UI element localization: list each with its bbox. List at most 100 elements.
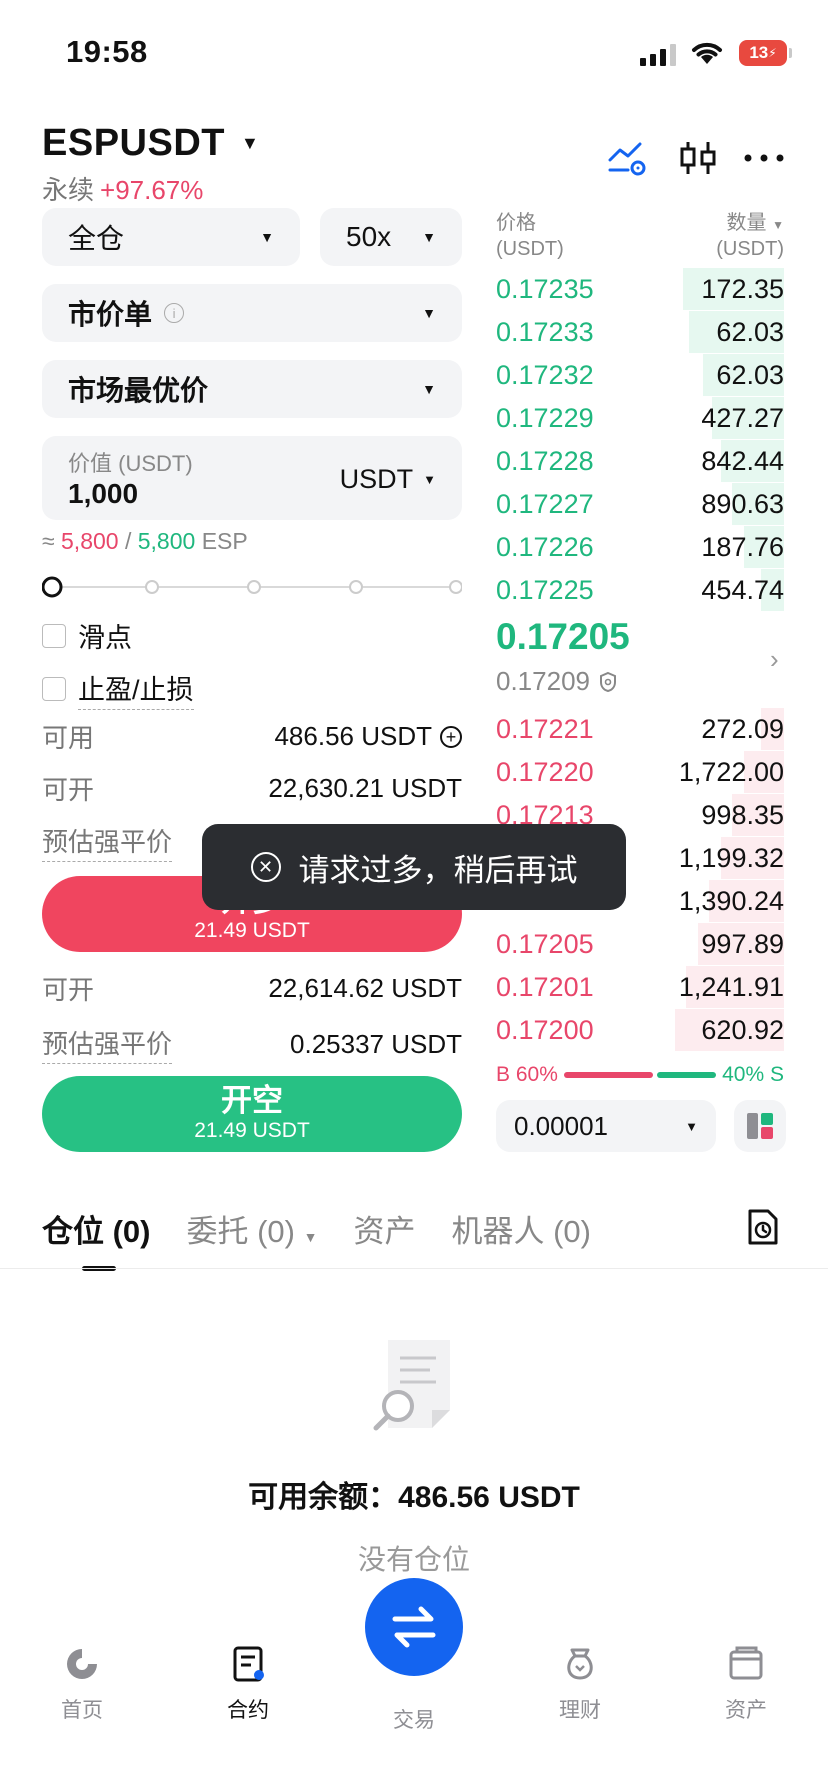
ask-price: 0.17228 [496,445,594,476]
ask-qty: 842.44 [701,445,784,476]
bid-qty: 1,390.24 [678,885,784,916]
bid-row[interactable]: 0.17200 620.92 [496,1009,784,1051]
price-column-header: 价格 (USDT) [496,210,564,262]
wallet-icon [729,1646,763,1680]
tab-orders-label: 委托 (0) [186,1214,296,1249]
checkbox-icon[interactable] [42,677,66,701]
price-type-select[interactable]: 市场最优价 ▼ [42,360,462,418]
nav-assets[interactable]: 资产 [686,1644,806,1724]
ask-row[interactable]: 0.17233 62.03 [496,311,784,353]
margin-mode-select[interactable]: 全仓 ▼ [42,208,300,266]
openable-label: 可开 [42,775,95,805]
ask-qty: 427.27 [701,402,784,433]
open-short-button[interactable]: 开空 21.49 USDT [42,1076,462,1152]
buy-ratio-bar [563,1072,653,1078]
bid-row[interactable]: 0.17201 1,241.91 [496,966,784,1008]
mark-price: 0.17209 [496,666,590,696]
mark-price-row: 0.17209 [496,666,618,697]
open-short-cost: 21.49 USDT [194,1119,310,1143]
ask-row[interactable]: 0.17227 890.63 [496,483,784,525]
chevron-right-icon[interactable]: › [770,644,779,675]
bid-row[interactable]: 0.17221 272.09 [496,708,784,750]
no-position-text: 没有仓位 [357,1544,470,1575]
slider-knob[interactable] [42,576,63,598]
ask-row[interactable]: 0.17235 172.35 [496,268,784,310]
ask-qty: 62.03 [716,316,784,347]
price-change: +97.67% [100,175,204,205]
info-icon[interactable]: i [164,303,185,323]
approx-prefix: ≈ [42,528,55,554]
bid-price: 0.17201 [496,971,594,1002]
bid-price: 0.17205 [496,928,594,959]
history-icon[interactable] [746,1208,780,1246]
bid-qty: 1,722.00 [678,756,784,787]
caret-down-icon: ▼ [240,133,260,153]
bid-row[interactable]: 0.17205 997.89 [496,923,784,965]
book-layout-button[interactable] [734,1100,786,1152]
sell-ratio: 40% S [722,1063,784,1086]
caret-down-icon: ▼ [422,381,436,397]
close-circle-icon: ✕ [250,852,281,882]
ask-price: 0.17225 [496,574,594,605]
last-price[interactable]: 0.17205 [496,616,630,658]
bid-qty: 998.35 [701,799,784,830]
caret-down-icon: ▼ [422,305,436,321]
price-type-value: 市场最优价 [68,375,209,406]
slippage-checkbox[interactable]: 滑点 [42,616,132,655]
ask-row[interactable]: 0.17229 427.27 [496,397,784,439]
bid-qty: 620.92 [701,1014,784,1045]
battery-icon: 13 ⚡ [739,40,792,66]
openable-value: 22,630.21 USDT [268,773,462,803]
approx-unit: ESP [201,528,248,554]
ask-qty: 172.35 [701,273,784,304]
qty-column-header[interactable]: 数量 ▼ (USDT) [660,210,784,262]
leverage-select[interactable]: 50x ▼ [320,208,462,266]
tab-bots[interactable]: 机器人 (0) [451,1206,591,1251]
value-unit: USDT [339,464,414,494]
candlestick-icon[interactable] [676,138,720,178]
more-icon[interactable] [742,138,786,178]
value-text[interactable]: 1,000 [68,478,138,510]
caret-down-icon: ▼ [423,472,436,487]
order-type-select[interactable]: 市价单 i ▼ [42,284,462,342]
bid-row[interactable]: 0.17220 1,722.00 [496,751,784,793]
nav-home[interactable]: 首页 [22,1644,142,1724]
tab-orders[interactable]: 委托 (0) ▼ [187,1206,318,1251]
pair-selector[interactable]: ESPUSDT ▼ [42,122,259,165]
ask-row[interactable]: 0.17226 187.76 [496,526,784,568]
pair-name: ESPUSDT [42,122,225,164]
nav-assets-label: 资产 [725,1699,767,1722]
tpsl-checkbox[interactable]: 止盈/止损 [42,668,194,710]
chart-trend-icon[interactable] [606,138,650,178]
ask-row[interactable]: 0.17225 454.74 [496,569,784,611]
qty-unit: (USDT) [716,238,784,260]
qty-header: 数量 [726,212,767,234]
finance-icon [567,1648,593,1680]
amount-slider[interactable] [42,576,462,598]
available-value: 486.56 USDT [274,721,432,751]
nav-contract[interactable]: 合约 [188,1644,308,1724]
available-row: 可用 486.56 USDT + [42,718,462,755]
checkbox-icon[interactable] [42,623,66,648]
bid-qty: 272.09 [701,713,784,744]
value-unit-select[interactable]: USDT ▼ [340,464,436,495]
ask-row[interactable]: 0.17232 62.03 [496,354,784,396]
open-short-label: 开空 [221,1083,283,1119]
tab-positions[interactable]: 仓位 (0) [42,1206,151,1271]
battery-level: 13 [749,43,769,62]
precision-select[interactable]: 0.00001 ▼ [496,1100,716,1152]
toast-message: 请求过多，稍后再试 [298,852,578,888]
buy-ratio: B 60% [496,1063,558,1086]
ask-price: 0.17227 [496,488,594,519]
value-input[interactable]: 价值 (USDT) 1,000 USDT ▼ [42,436,462,520]
tab-assets[interactable]: 资产 [353,1206,415,1251]
nav-trade[interactable]: 交易 [354,1704,474,1734]
nav-finance[interactable]: 理财 [520,1644,640,1724]
ask-row[interactable]: 0.17228 842.44 [496,440,784,482]
swap-icon [392,1606,436,1648]
bid-qty: 1,199.32 [678,842,784,873]
order-type-value: 市价单 [68,299,153,330]
add-funds-icon[interactable]: + [440,725,462,748]
bid-qty: 997.89 [701,928,784,959]
trade-fab[interactable] [365,1578,463,1676]
